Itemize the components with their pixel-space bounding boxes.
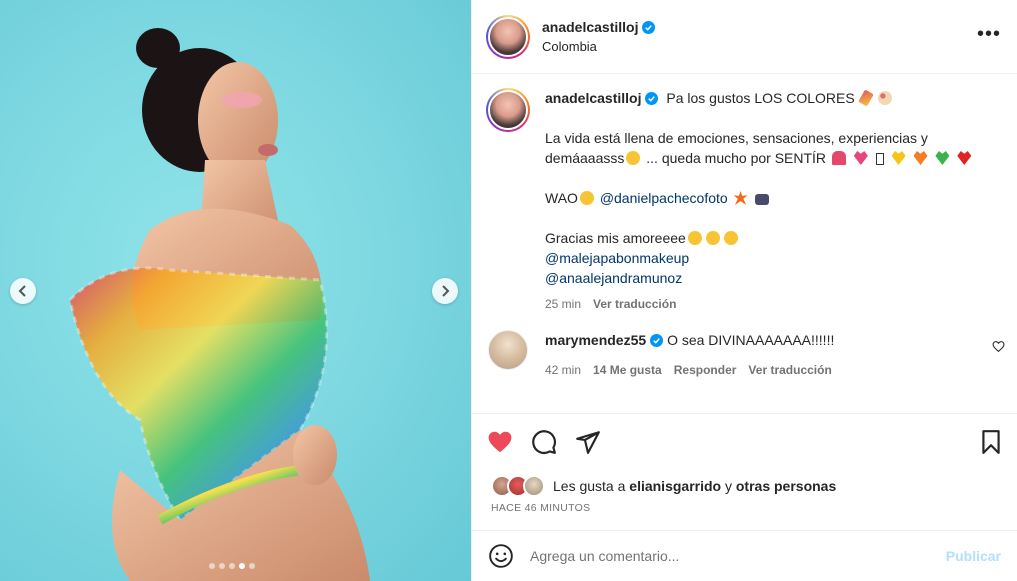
comments-section: anadelcastilloj Pa los gustos LOS COLORE… (472, 74, 1017, 414)
author-username-text[interactable]: anadelcastilloj (542, 19, 638, 35)
camera-flash-emoji-icon (755, 194, 770, 205)
carousel-dot (229, 563, 235, 569)
red-heart-emoji-icon (957, 151, 972, 165)
caption-para4-text: Gracias mis amoreeee (545, 230, 686, 246)
green-heart-emoji-icon (935, 151, 950, 165)
caption-timestamp[interactable]: 25 min (545, 294, 581, 314)
author-avatar[interactable] (486, 14, 530, 59)
mention-link[interactable]: @anaalejandramunoz (545, 270, 682, 286)
verified-badge-icon (642, 20, 656, 34)
carousel-dot-active (239, 563, 245, 569)
likes-summary: Les gusta a elianisgarrido y otras perso… (491, 475, 836, 497)
likes-others-link[interactable]: otras personas (736, 478, 836, 494)
post-caption: anadelcastilloj Pa los gustos LOS COLORE… (472, 74, 1017, 314)
chevron-right-icon (442, 285, 450, 297)
previous-photo-button[interactable] (10, 278, 36, 304)
liker-avatars[interactable] (491, 475, 545, 497)
comment-heart-icon[interactable] (992, 340, 1005, 353)
comment-timestamp[interactable]: 42 min (545, 360, 581, 380)
comment-text: O sea DIVINAAAAAAA!!!!!! (667, 332, 835, 348)
emoji-picker-icon[interactable] (488, 543, 514, 569)
heart-eyes-emoji-icon (723, 231, 738, 245)
likes-prefix: Les gusta a (553, 478, 626, 494)
post-location[interactable]: Colombia (542, 39, 655, 54)
heart-eyes-emoji-icon (579, 191, 594, 205)
post-sidebar: anadelcastilloj Colombia ••• anadelcasti… (471, 0, 1017, 581)
caption-username[interactable]: anadelcastilloj (545, 88, 659, 108)
caption-para2-b: ... queda mucho por SENTÍR (646, 150, 827, 166)
more-options-icon[interactable]: ••• (977, 24, 1001, 44)
save-button[interactable] (977, 428, 1005, 456)
liker-avatar[interactable] (523, 475, 545, 497)
chevron-left-icon (18, 285, 26, 297)
add-comment-bar: Publicar (472, 530, 1017, 581)
yellow-heart-emoji-icon (891, 151, 906, 165)
next-photo-button[interactable] (432, 278, 458, 304)
comment-bubble-icon (532, 430, 557, 455)
post-actions (472, 414, 1017, 470)
mention-link[interactable]: @danielpachecofoto (600, 190, 728, 206)
heart-filled-icon (488, 431, 512, 453)
pink-heart-emoji-icon (853, 151, 868, 165)
post-header: anadelcastilloj Colombia ••• (472, 0, 1017, 74)
palette-emoji-icon (878, 91, 893, 105)
heart-eyes-emoji-icon (705, 231, 720, 245)
carousel-indicator (209, 563, 255, 569)
commenter-username-text[interactable]: marymendez55 (545, 330, 646, 350)
caption-translate-button[interactable]: Ver traducción (593, 294, 676, 314)
carousel-dot (209, 563, 215, 569)
comment-reply-button[interactable]: Responder (674, 360, 737, 380)
comment-translate-button[interactable]: Ver traducción (748, 360, 831, 380)
bookmark-icon (982, 430, 1000, 454)
orange-heart-emoji-icon (913, 151, 928, 165)
caption-username-text[interactable]: anadelcastilloj (545, 88, 641, 108)
tulip-emoji-icon (831, 151, 846, 165)
post-media[interactable] (0, 0, 471, 581)
liker-username[interactable]: elianisgarrido (629, 478, 721, 494)
comment-likes-count[interactable]: 14 Me gusta (593, 360, 662, 380)
paintbrush-emoji-icon (857, 89, 874, 107)
comment-input[interactable] (530, 548, 946, 564)
mention-link[interactable]: @malejapabonmakeup (545, 250, 689, 266)
collision-emoji-icon (733, 191, 748, 205)
comment-button[interactable] (530, 428, 558, 456)
likes-connector: y (724, 478, 732, 494)
publish-button[interactable]: Publicar (946, 548, 1001, 564)
author-username[interactable]: anadelcastilloj (542, 19, 656, 35)
unknown-glyph-icon (875, 153, 884, 165)
post-time-ago[interactable]: HACE 46 MINUTOS (491, 502, 590, 514)
carousel-dot (219, 563, 225, 569)
share-button[interactable] (574, 428, 602, 456)
commenter-avatar[interactable] (488, 330, 528, 370)
like-button[interactable] (486, 428, 514, 456)
verified-badge-icon (650, 333, 664, 347)
heart-eyes-emoji-icon (687, 231, 702, 245)
commenter-username[interactable]: marymendez55 (545, 330, 664, 350)
caption-line1: Pa los gustos LOS COLORES (666, 90, 855, 106)
post-photo (68, 28, 370, 581)
comment-item: marymendez55 O sea DIVINAAAAAAA!!!!!! 42… (472, 314, 1017, 380)
caption-para3-text: WAO (545, 190, 578, 206)
yum-emoji-icon (626, 151, 641, 165)
caption-avatar[interactable] (486, 88, 530, 132)
send-icon (576, 431, 600, 454)
carousel-dot (249, 563, 255, 569)
verified-badge-icon (645, 91, 659, 105)
